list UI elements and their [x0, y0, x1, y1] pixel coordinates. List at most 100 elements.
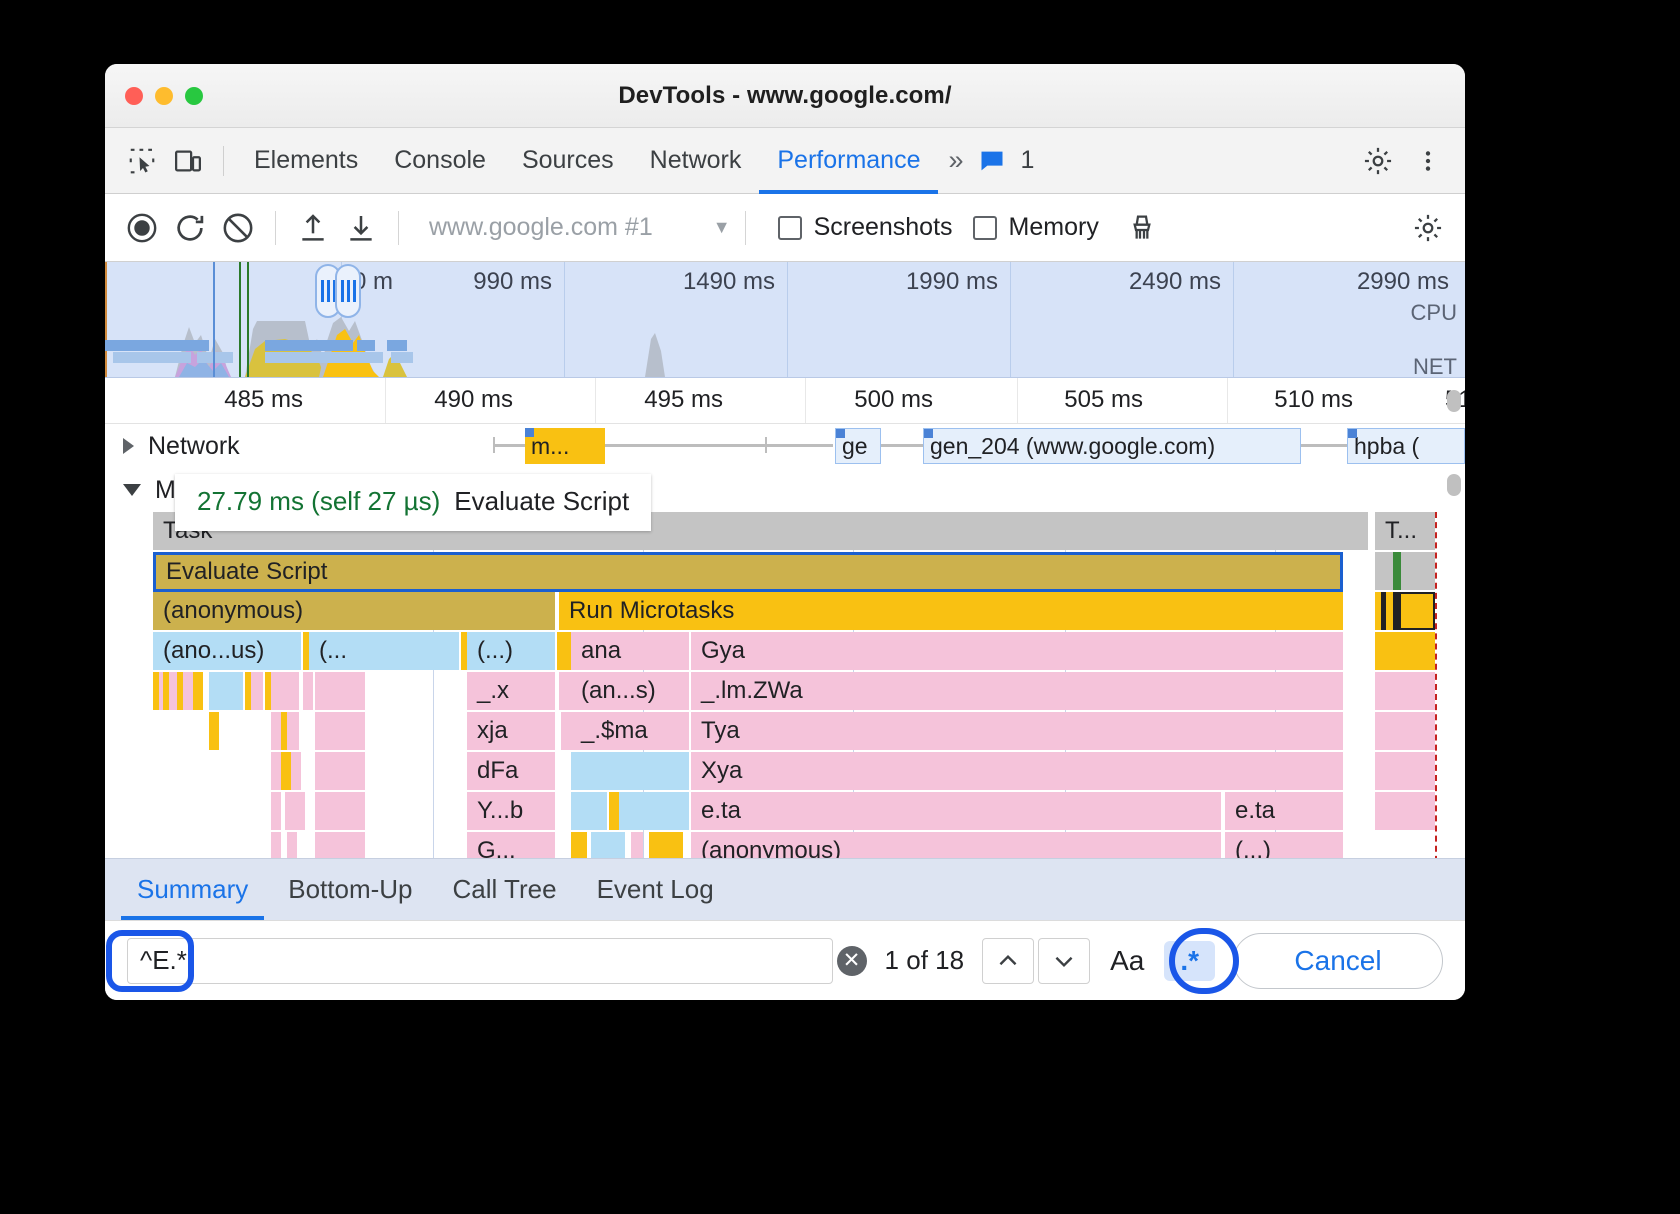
network-lane: m... ge gen_204 (www.google.com): [105, 424, 1465, 468]
clear-recording-button[interactable]: [215, 205, 261, 251]
flamechart-rows[interactable]: Task T... Evaluate Script (anonymous) Ru…: [153, 512, 1465, 858]
network-request-chip[interactable]: ge: [835, 428, 881, 464]
collect-garbage-icon[interactable]: [1119, 205, 1165, 251]
event-tooltip: 27.79 ms (self 27 µs) Evaluate Script: [175, 474, 651, 531]
record-button[interactable]: [119, 205, 165, 251]
flame-bar[interactable]: (an...s): [571, 672, 689, 710]
memory-label: Memory: [1009, 213, 1099, 242]
more-options-icon[interactable]: [1405, 138, 1451, 184]
flame-row-evaluate-script: Evaluate Script: [153, 552, 1465, 592]
match-case-button[interactable]: Aa: [1094, 945, 1160, 977]
timeline-scrollbar[interactable]: [1447, 386, 1461, 850]
overview-time-label: 1990 ms: [906, 268, 1006, 296]
flame-bar[interactable]: _.$ma: [571, 712, 689, 750]
toolbar-divider-3: [745, 211, 746, 245]
tab-elements[interactable]: Elements: [236, 128, 376, 194]
screenshot-root: DevTools - www.google.com/ Elements Cons…: [0, 0, 1680, 1214]
flame-bar[interactable]: (anonymous): [153, 592, 555, 630]
search-next-button[interactable]: [1038, 938, 1090, 984]
performance-toolbar: www.google.com #1 ▼ Screenshots Memory: [105, 194, 1465, 262]
flame-bar[interactable]: e.ta: [1225, 792, 1343, 830]
devtools-window: DevTools - www.google.com/ Elements Cons…: [105, 64, 1465, 1000]
flame-bar[interactable]: Run Microtasks: [559, 592, 1343, 630]
ruler-label: 510 ms: [1274, 386, 1363, 414]
timeline-overview[interactable]: 490 m 990 ms 1490 ms 1990 ms 2490 ms 299…: [105, 262, 1465, 378]
tab-network[interactable]: Network: [632, 128, 760, 194]
issues-icon[interactable]: [969, 138, 1015, 184]
network-request-label: ge: [842, 433, 868, 460]
flame-bar[interactable]: Xya: [691, 752, 1343, 790]
reload-and-record-button[interactable]: [167, 205, 213, 251]
flame-bar[interactable]: Gya: [691, 632, 1343, 670]
memory-checkbox-box[interactable]: [973, 216, 997, 240]
flame-bar-evaluate-script[interactable]: Evaluate Script: [153, 552, 1343, 592]
overview-time-label: 990 ms: [473, 268, 560, 296]
flame-row-2: (ano...us) (... (...) ana Gya: [153, 632, 1465, 672]
more-tabs-icon[interactable]: »: [938, 145, 968, 176]
flame-row-7: G... (anonymous) (...): [153, 832, 1465, 858]
flame-bar[interactable]: ana: [571, 632, 689, 670]
flame-bar[interactable]: xja: [467, 712, 555, 750]
device-toolbar-icon[interactable]: [165, 138, 211, 184]
tab-performance[interactable]: Performance: [759, 128, 938, 194]
recording-selector-value[interactable]: www.google.com #1: [413, 213, 653, 242]
timeline-ruler: 485 ms 490 ms 495 ms 500 ms 505 ms 510 m…: [105, 378, 1465, 424]
settings-gear-icon[interactable]: [1355, 138, 1401, 184]
search-toolbar: ✕ 1 of 18 Aa .* Cancel: [105, 920, 1465, 1000]
search-previous-button[interactable]: [982, 938, 1034, 984]
overview-cpu-label: CPU: [1411, 300, 1457, 326]
network-request-chip[interactable]: m...: [525, 428, 605, 464]
cancel-button[interactable]: Cancel: [1233, 933, 1443, 989]
ruler-label: 485 ms: [224, 386, 313, 414]
flame-bar[interactable]: e.ta: [691, 792, 1221, 830]
save-profile-icon[interactable]: [338, 205, 384, 251]
flame-bar[interactable]: (...): [467, 632, 555, 670]
flame-row-3: _.x (an...s) _.lm.ZWa: [153, 672, 1465, 712]
request-cap: [924, 429, 933, 438]
flame-bar[interactable]: Tya: [691, 712, 1343, 750]
network-request-chip[interactable]: gen_204 (www.google.com): [923, 428, 1301, 464]
tab-call-tree[interactable]: Call Tree: [437, 859, 573, 921]
request-cap: [836, 429, 845, 438]
flame-bar[interactable]: (...): [1225, 832, 1343, 858]
tab-summary[interactable]: Summary: [121, 859, 264, 921]
flame-bar[interactable]: (ano...us): [153, 632, 301, 670]
tab-console[interactable]: Console: [376, 128, 504, 194]
flame-row-1: (anonymous) Run Microtasks: [153, 592, 1465, 632]
screenshots-checkbox[interactable]: Screenshots: [778, 213, 953, 242]
flame-bar-task-right[interactable]: T...: [1375, 512, 1435, 550]
memory-checkbox[interactable]: Memory: [973, 213, 1099, 242]
flame-bar[interactable]: G...: [467, 832, 555, 858]
overview-selection-handle-right[interactable]: [335, 264, 361, 318]
tab-bottom-up[interactable]: Bottom-Up: [272, 859, 428, 921]
flame-bar[interactable]: (...: [309, 632, 459, 670]
tabbar-divider: [223, 146, 224, 176]
tooltip-event-name: Evaluate Script: [454, 486, 629, 517]
tab-event-log[interactable]: Event Log: [581, 859, 730, 921]
network-request-label: m...: [531, 433, 569, 460]
flame-bar[interactable]: _.lm.ZWa: [691, 672, 1343, 710]
request-cap: [525, 428, 534, 437]
tabbar-right-controls: [1355, 138, 1451, 184]
search-input[interactable]: [140, 945, 820, 976]
regex-toggle-button[interactable]: .*: [1164, 941, 1215, 981]
search-field-wrapper[interactable]: [127, 938, 833, 984]
capture-settings-gear-icon[interactable]: [1405, 205, 1451, 251]
load-profile-icon[interactable]: [290, 205, 336, 251]
overview-net-label: NET: [1413, 354, 1457, 378]
flame-bar[interactable]: _.x: [467, 672, 555, 710]
timeline-flamechart[interactable]: 485 ms 490 ms 495 ms 500 ms 505 ms 510 m…: [105, 378, 1465, 858]
tooltip-duration: 27.79 ms (self 27 µs): [197, 486, 440, 517]
track-header-network[interactable]: Network m... ge: [105, 424, 1465, 468]
inspect-element-icon[interactable]: [119, 138, 165, 184]
screenshots-checkbox-box[interactable]: [778, 216, 802, 240]
flame-bar[interactable]: (anonymous): [691, 832, 1221, 858]
flame-bar[interactable]: Y...b: [467, 792, 555, 830]
tab-sources[interactable]: Sources: [504, 128, 632, 194]
chevron-down-icon[interactable]: ▼: [713, 217, 731, 238]
flame-bar[interactable]: dFa: [467, 752, 555, 790]
collapse-triangle-icon[interactable]: [123, 484, 141, 496]
network-request-label: hpba (: [1354, 433, 1419, 460]
overview-time-label: 2490 ms: [1129, 268, 1229, 296]
clear-search-icon[interactable]: ✕: [837, 946, 867, 976]
